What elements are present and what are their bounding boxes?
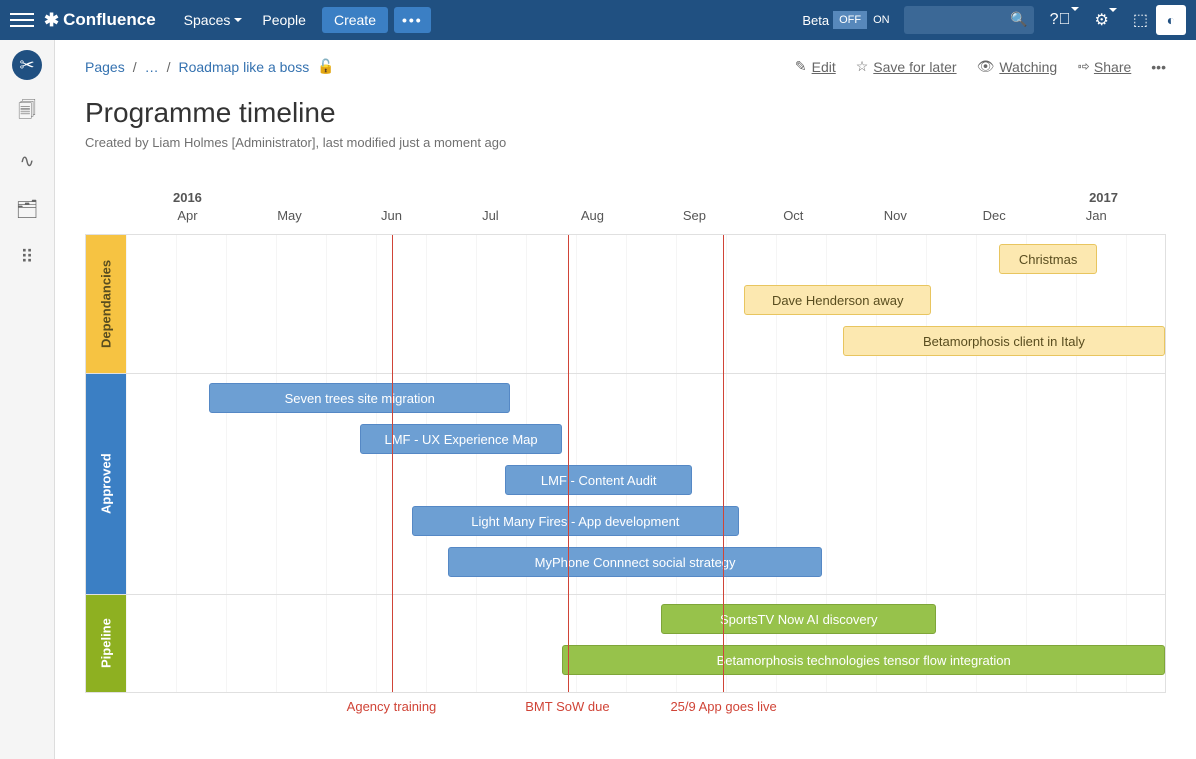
watch-action[interactable]: Watching: [977, 58, 1058, 75]
roadmap-lanes: Dependancies Christmas Dave Henderson away…: [85, 234, 1166, 693]
lane-row: Christmas: [126, 244, 1165, 282]
beta-label: Beta: [802, 13, 829, 28]
timeline-header: 2016 2017 Apr May Jun Jul Aug Sep Oct Nov Dec Jan: [125, 190, 1166, 230]
marker-label: BMT SoW due: [497, 699, 637, 714]
lane-body: Seven trees site migration LMF - UX Exper…: [126, 374, 1165, 594]
lane-row: Light Many Fires - App development: [126, 506, 1165, 544]
lane-body: SportsTV Now AI discovery Betamorphosis t…: [126, 595, 1165, 692]
marker-labels: Agency training BMT SoW due 25/9 App goes …: [125, 699, 1166, 739]
hamburger-icon[interactable]: [10, 8, 34, 32]
month-label: Aug: [581, 208, 604, 223]
month-label: Jun: [381, 208, 402, 223]
roadmap-bar[interactable]: SportsTV Now AI discovery: [661, 604, 936, 634]
tree-icon[interactable]: ⠿: [12, 242, 42, 272]
lane-row: LMF - UX Experience Map: [126, 424, 1165, 462]
help-icon[interactable]: ?⃝: [1042, 11, 1087, 29]
month-label: Dec: [983, 208, 1006, 223]
roadmap-bar[interactable]: Betamorphosis client in Italy: [843, 326, 1165, 356]
month-label: Jul: [482, 208, 499, 223]
page-title: Programme timeline: [85, 97, 1166, 129]
page-actions: Edit Save for later Watching Share •••: [795, 58, 1166, 75]
lane-app: Approved Seven trees site migration LMF - …: [86, 373, 1165, 594]
search-box: 🔍: [904, 6, 1034, 34]
top-header: ✱ Confluence Spaces People Create ••• Be…: [0, 0, 1196, 40]
page-meta: Created by Liam Holmes [Administrator], …: [85, 135, 1166, 150]
lane-label: Pipeline: [86, 595, 126, 692]
roadmap-bar[interactable]: Light Many Fires - App development: [412, 506, 739, 536]
lane-row: Betamorphosis technologies tensor flow i…: [126, 645, 1165, 683]
roadmap-bar[interactable]: Dave Henderson away: [744, 285, 931, 315]
roadmap-bar[interactable]: LMF - Content Audit: [505, 465, 692, 495]
breadcrumb-sep: /: [133, 59, 137, 75]
blog-icon[interactable]: ∿: [12, 146, 42, 176]
month-label: Apr: [177, 208, 197, 223]
marker-line: [568, 235, 569, 692]
main-content: Pages / … / Roadmap like a boss 🔓 Edit S…: [55, 40, 1196, 759]
month-label: Oct: [783, 208, 803, 223]
marker-label: 25/9 App goes live: [654, 699, 794, 714]
star-icon: [856, 58, 869, 75]
shortcuts-icon[interactable]: 🗂: [12, 194, 42, 224]
toggle-on: ON: [867, 11, 896, 29]
lane-row: MyPhone Connnect social strategy: [126, 547, 1165, 585]
nav-spaces[interactable]: Spaces: [174, 4, 253, 36]
confluence-icon: ✱: [44, 10, 59, 31]
month-label: Jan: [1086, 208, 1107, 223]
brand-logo[interactable]: ✱ Confluence: [44, 10, 156, 31]
lane-pipe: Pipeline SportsTV Now AI discovery Betamor…: [86, 594, 1165, 692]
user-avatar[interactable]: ◐: [1156, 5, 1186, 35]
settings-icon[interactable]: ⚙: [1087, 10, 1125, 30]
create-button[interactable]: Create: [322, 7, 388, 33]
notifications-icon[interactable]: ⬚: [1125, 10, 1156, 30]
edit-action[interactable]: Edit: [795, 58, 836, 75]
save-later-action[interactable]: Save for later: [856, 58, 957, 75]
share-icon: [1077, 58, 1089, 75]
breadcrumb-current[interactable]: Roadmap like a boss: [178, 59, 309, 75]
nav-people[interactable]: People: [252, 4, 316, 36]
roadmap-bar[interactable]: Betamorphosis technologies tensor flow i…: [562, 645, 1165, 675]
left-sidebar: ✂ 🗐 ∿ 🗂 ⠿: [0, 40, 55, 759]
year-label: 2017: [1089, 190, 1118, 205]
beta-toggle[interactable]: Beta OFF ON: [802, 11, 895, 29]
share-action[interactable]: Share: [1077, 58, 1131, 75]
toggle-switch[interactable]: OFF ON: [833, 11, 896, 29]
brand-text: Confluence: [63, 10, 156, 30]
marker-line: [392, 235, 393, 692]
toggle-off: OFF: [833, 11, 867, 29]
lane-body: Christmas Dave Henderson away Betamorphosi…: [126, 235, 1165, 373]
lane-dep: Dependancies Christmas Dave Henderson away…: [86, 235, 1165, 373]
breadcrumb-pages[interactable]: Pages: [85, 59, 125, 75]
lane-row: Betamorphosis client in Italy: [126, 326, 1165, 364]
lane-row: SportsTV Now AI discovery: [126, 604, 1165, 642]
roadmap: 2016 2017 Apr May Jun Jul Aug Sep Oct Nov Dec Jan D…: [85, 190, 1166, 739]
lane-row: Dave Henderson away: [126, 285, 1165, 323]
space-avatar-icon[interactable]: ✂: [12, 50, 42, 80]
more-actions[interactable]: •••: [1151, 59, 1166, 75]
month-label: Sep: [683, 208, 706, 223]
lane-row: Seven trees site migration: [126, 383, 1165, 421]
year-label: 2016: [173, 190, 202, 205]
roadmap-bar[interactable]: MyPhone Connnect social strategy: [448, 547, 822, 577]
marker-label: Agency training: [321, 699, 461, 714]
pages-icon[interactable]: 🗐: [12, 98, 42, 128]
search-icon[interactable]: 🔍: [1010, 11, 1027, 28]
roadmap-bar[interactable]: Christmas: [999, 244, 1098, 274]
pencil-icon: [795, 58, 807, 75]
month-label: Nov: [884, 208, 907, 223]
lane-row: LMF - Content Audit: [126, 465, 1165, 503]
marker-line: [723, 235, 724, 692]
lane-label: Approved: [86, 374, 126, 594]
month-label: May: [277, 208, 302, 223]
eye-icon: [977, 58, 995, 75]
roadmap-bar[interactable]: LMF - UX Experience Map: [360, 424, 563, 454]
create-more-button[interactable]: •••: [394, 7, 431, 33]
breadcrumbs: Pages / … / Roadmap like a boss 🔓: [85, 58, 335, 75]
breadcrumb-sep: /: [167, 59, 171, 75]
unlock-icon[interactable]: 🔓: [317, 58, 334, 75]
lane-label: Dependancies: [86, 235, 126, 373]
roadmap-bar[interactable]: Seven trees site migration: [209, 383, 510, 413]
breadcrumb-ellipsis[interactable]: …: [145, 59, 159, 75]
